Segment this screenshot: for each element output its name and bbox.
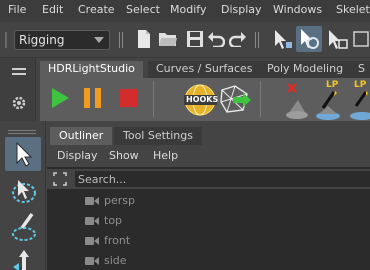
filter-bracket-icon[interactable] [53,172,67,186]
shelf-tab-poly-modeling[interactable]: Poly Modeling [259,61,352,78]
play-icon[interactable] [49,86,71,110]
select-by-hierarchy-icon[interactable] [272,28,294,52]
gear-icon[interactable] [11,95,27,111]
open-scene-icon[interactable] [158,30,178,48]
outliner-content: Display Show Help persp top fr [47,145,370,270]
lp-label: LP [354,80,367,90]
mesh-export-icon[interactable] [219,84,253,116]
paint-select-tool-button[interactable] [5,210,41,244]
light-paint-icon [350,91,370,120]
tab-tool-settings[interactable]: Tool Settings [114,127,202,145]
camera-icon [85,237,99,245]
collapse-section-icon[interactable] [255,30,261,50]
move-tool-button[interactable] [5,247,41,270]
outliner-item-front[interactable]: front [47,231,370,251]
chevron-down-icon [94,37,104,43]
main-menubar: File Edit Create Select Modify Display W… [0,0,370,22]
undo-icon[interactable] [207,31,225,47]
tab-outliner[interactable]: Outliner [50,127,113,145]
outliner-item-label: front [104,234,131,247]
menu-create[interactable]: Create [78,3,115,16]
lasso-tool-button[interactable] [5,174,41,208]
outliner-search-row [47,169,370,189]
redo-icon[interactable] [229,31,247,47]
menu-modify[interactable]: Modify [170,3,206,16]
select-by-component-icon[interactable] [326,28,348,52]
outliner-menubar: Display Show Help [47,145,370,167]
menu-skeleton[interactable]: Skeleton [336,3,370,16]
menu-windows[interactable]: Windows [273,3,322,16]
shelf-separator [153,81,154,117]
select-arrow-icon [16,142,33,167]
light-paint-icon [316,91,340,120]
lp-label: LP [326,80,339,90]
outliner-menu-help[interactable]: Help [153,149,178,162]
outliner-panel: Outliner Tool Settings Display Show Help… [47,121,370,270]
outliner-item-side[interactable]: side [47,251,370,270]
menu-file[interactable]: File [8,3,26,16]
hooks-label: HOOKS [186,95,219,104]
menu-select[interactable]: Select [126,3,160,16]
hooks-button[interactable]: HOOKS [181,81,221,119]
outliner-menu-display[interactable]: Display [57,149,98,162]
delete-light-icon[interactable] [284,80,308,120]
toolbox-grip-icon[interactable] [8,129,36,135]
stop-icon[interactable] [117,87,139,109]
camera-icon [85,197,99,205]
lp-light-button[interactable]: LP [314,80,344,120]
outliner-item-persp[interactable]: persp [47,191,370,211]
shelf-tab-more[interactable]: S [350,61,370,78]
outliner-menu-show[interactable]: Show [109,149,139,162]
status-line: Rigging [0,22,370,58]
menu-edit[interactable]: Edit [42,3,63,16]
lp-light-button[interactable]: LP [350,80,370,120]
shelf-icon-row: HOOKS LP LP [40,78,370,121]
menu-display[interactable]: Display [221,3,262,16]
outliner-item-label: persp [104,194,135,207]
outliner-item-label: top [104,214,123,227]
new-scene-icon[interactable] [136,29,152,49]
shelf-tab-curves-surfaces[interactable]: Curves / Surfaces [148,61,261,78]
grip-handle-icon[interactable] [4,32,8,48]
select-mask-icon[interactable] [352,30,370,50]
collapse-section-icon[interactable] [119,30,125,50]
mode-selector-dropdown[interactable]: Rigging [14,30,110,50]
camera-icon [85,257,99,265]
move-arrows-icon [13,250,29,270]
shelf-tab-hdrlightstudio[interactable]: HDRLightStudio [40,61,143,78]
shelf-separator [260,81,261,117]
shelf-side-controls [0,58,36,121]
select-by-object-button[interactable] [296,26,322,52]
outliner-item-top[interactable]: top [47,211,370,231]
mode-selector-value: Rigging [19,33,65,47]
shelf-menu-icon[interactable] [12,67,26,77]
toolbox [0,121,46,270]
outliner-item-label: side [104,254,127,267]
outliner-search-input[interactable] [75,171,370,187]
paint-brush-icon [12,212,36,241]
shelf: HDRLightStudio Curves / Surfaces Poly Mo… [0,58,370,121]
select-tool-button[interactable] [5,137,41,171]
lasso-icon [12,180,36,203]
camera-icon [85,217,99,225]
save-scene-icon[interactable] [186,30,204,48]
select-by-object-icon [301,29,319,49]
pause-icon[interactable] [81,87,105,109]
